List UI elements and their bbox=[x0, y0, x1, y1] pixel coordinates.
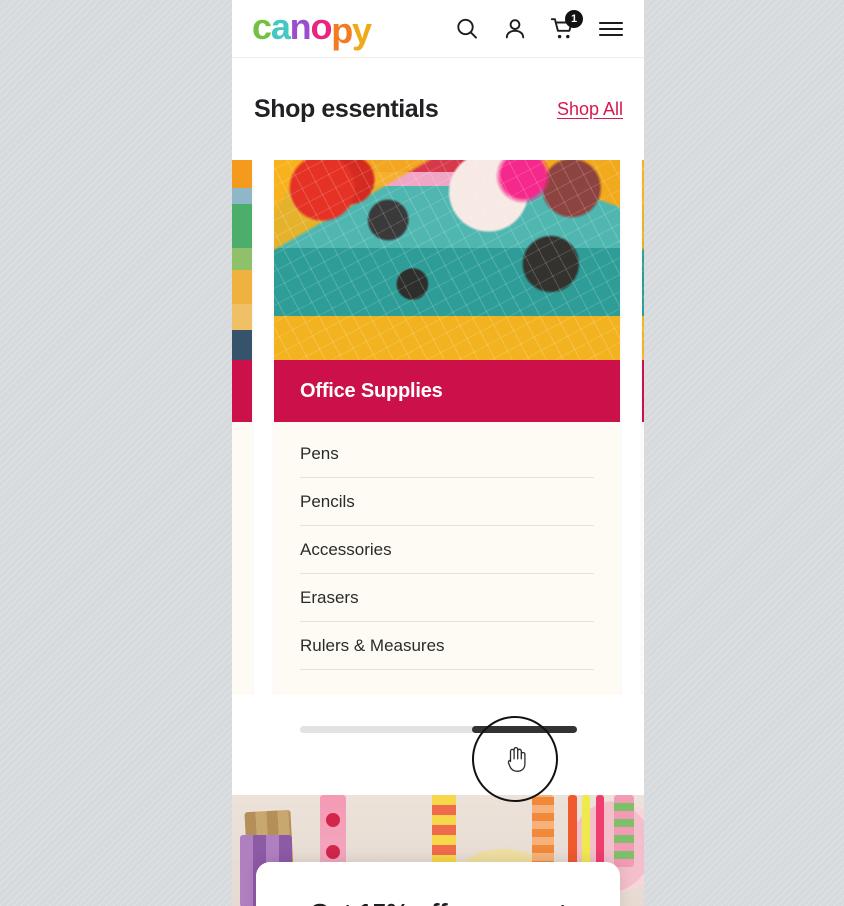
canopy-logo[interactable]: c a n o p y bbox=[252, 6, 372, 51]
shop-all-link[interactable]: Shop All bbox=[557, 99, 623, 120]
list-item-erasers[interactable]: Erasers bbox=[300, 574, 594, 622]
search-button[interactable] bbox=[452, 14, 482, 44]
carousel-card-next[interactable] bbox=[642, 160, 644, 695]
carousel-card-office-supplies[interactable]: Office Supplies Pens Pencils Accessories… bbox=[274, 160, 620, 695]
photo-button-dot-1 bbox=[326, 813, 340, 827]
carousel-scrollbar-track[interactable] bbox=[300, 726, 577, 733]
list-item-pencils[interactable]: Pencils bbox=[300, 478, 594, 526]
photo-ribbon-9 bbox=[614, 795, 634, 867]
sewing-supplies-photo bbox=[642, 160, 644, 360]
menu-button[interactable] bbox=[596, 14, 626, 44]
promo-modal[interactable]: Get 15% off your next bbox=[256, 862, 620, 906]
logo-letter-p: p bbox=[331, 10, 353, 51]
card-banner-next bbox=[642, 360, 644, 422]
card-banner-previous bbox=[232, 360, 252, 422]
card-banner-title-office-supplies: Office Supplies bbox=[300, 379, 443, 402]
page-title: Shop essentials bbox=[254, 95, 439, 123]
photo-ribbon-5 bbox=[532, 795, 554, 869]
category-carousel[interactable]: Office Supplies Pens Pencils Accessories… bbox=[232, 160, 644, 695]
card-list-next bbox=[642, 422, 644, 695]
site-header: c a n o p y 1 bbox=[232, 0, 644, 58]
card-list-office-supplies: Pens Pencils Accessories Erasers Rulers … bbox=[274, 422, 620, 695]
card-list-previous bbox=[232, 422, 252, 695]
header-icon-group: 1 bbox=[452, 9, 626, 44]
photo-ribbon-4 bbox=[432, 795, 456, 865]
cart-button[interactable]: 1 bbox=[548, 9, 583, 44]
carousel-scrollbar-thumb[interactable] bbox=[472, 726, 577, 733]
carousel-scroll-zone bbox=[232, 695, 644, 795]
logo-letter-c: c bbox=[252, 6, 272, 47]
carousel-track[interactable]: Office Supplies Pens Pencils Accessories… bbox=[232, 160, 644, 695]
list-item-accessories[interactable]: Accessories bbox=[300, 526, 594, 574]
cart-count-badge: 1 bbox=[565, 9, 583, 28]
logo-letter-o: o bbox=[310, 6, 332, 47]
list-item-rulers-measures[interactable]: Rulers & Measures bbox=[300, 622, 594, 670]
list-item-pens[interactable]: Pens bbox=[300, 430, 594, 478]
logo-letter-y: y bbox=[352, 10, 372, 51]
photo-ribbon-6 bbox=[568, 795, 577, 871]
account-button[interactable] bbox=[500, 14, 530, 44]
hamburger-menu-icon bbox=[597, 16, 625, 42]
promo-modal-title: Get 15% off your next bbox=[310, 899, 567, 906]
carousel-card-previous[interactable] bbox=[232, 160, 252, 695]
rotary-cutters-on-cutting-mat-photo bbox=[274, 160, 620, 360]
search-icon bbox=[454, 16, 480, 42]
photo-ribbon-8 bbox=[596, 795, 604, 869]
browser-viewport: c a n o p y 1 Shop essentials Shop All O… bbox=[232, 0, 644, 906]
photo-button-dot-2 bbox=[326, 845, 340, 859]
logo-letter-n: n bbox=[289, 6, 312, 47]
person-icon bbox=[502, 16, 528, 42]
section-header: Shop essentials Shop All bbox=[232, 59, 644, 160]
logo-letter-a: a bbox=[270, 6, 291, 47]
craft-supplies-photo bbox=[232, 160, 252, 360]
card-banner-office-supplies: Office Supplies bbox=[274, 360, 620, 422]
